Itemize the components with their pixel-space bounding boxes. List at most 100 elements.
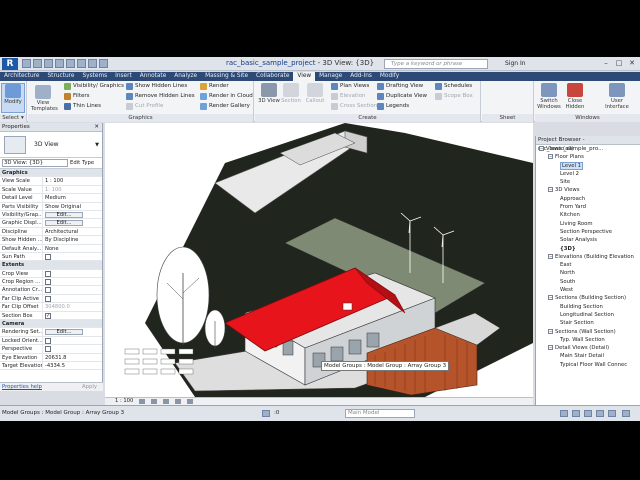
property-value[interactable] bbox=[43, 295, 102, 302]
browser-group[interactable]: − Detail Views (Detail) bbox=[536, 344, 640, 352]
browser-group[interactable]: − Sections (Building Section) bbox=[536, 294, 640, 302]
properties-help-link[interactable]: Properties help bbox=[2, 384, 42, 390]
browser-view-item[interactable]: Stair Section bbox=[536, 319, 640, 327]
view-scale[interactable]: 1 : 100 bbox=[115, 398, 133, 405]
property-checkbox[interactable] bbox=[45, 312, 51, 319]
property-value[interactable] bbox=[43, 253, 102, 260]
tab-analyze[interactable]: Analyze bbox=[170, 72, 201, 81]
select-by-face-icon[interactable] bbox=[596, 410, 604, 417]
property-value[interactable]: Architectural bbox=[43, 228, 102, 235]
maximize-icon[interactable]: □ bbox=[613, 58, 625, 69]
switch-windows-button[interactable]: Switch Windows bbox=[537, 83, 561, 110]
property-value[interactable]: 1: 100 bbox=[43, 186, 102, 193]
redo-icon[interactable] bbox=[55, 59, 64, 68]
text-icon[interactable] bbox=[88, 59, 97, 68]
remove-hidden-lines-button[interactable]: Remove Hidden Lines bbox=[126, 92, 195, 101]
scope-box-button[interactable]: Scope Box bbox=[435, 92, 473, 101]
visual-style-icon[interactable] bbox=[151, 399, 158, 404]
collapse-toggle-icon[interactable]: − bbox=[548, 154, 553, 160]
app-logo[interactable]: R bbox=[2, 58, 18, 70]
select-pinned-icon[interactable] bbox=[584, 410, 592, 417]
property-value[interactable]: 304800.0 bbox=[43, 303, 102, 310]
collapse-toggle-icon[interactable]: − bbox=[548, 295, 553, 301]
property-value[interactable] bbox=[43, 312, 102, 319]
collapse-toggle-icon[interactable]: − bbox=[548, 253, 553, 259]
collapse-toggle-icon[interactable]: − bbox=[548, 328, 553, 334]
property-value[interactable] bbox=[43, 345, 102, 353]
select-panel-label[interactable]: Select ▾ bbox=[0, 114, 26, 122]
close-icon[interactable]: ✕ bbox=[94, 123, 99, 132]
tab-insert[interactable]: Insert bbox=[111, 72, 136, 81]
tab-collaborate[interactable]: Collaborate bbox=[252, 72, 293, 81]
browser-group[interactable]: − Floor Plans bbox=[536, 153, 640, 161]
property-value[interactable]: Edit... bbox=[43, 328, 102, 336]
type-selector[interactable]: 3D View ▼ bbox=[0, 132, 102, 158]
property-checkbox[interactable] bbox=[45, 287, 51, 294]
browser-view-item[interactable]: Kitchen bbox=[536, 211, 640, 219]
tab-annotate[interactable]: Annotate bbox=[136, 72, 171, 81]
browser-group[interactable]: −3D Views bbox=[536, 186, 640, 194]
property-checkbox[interactable] bbox=[45, 295, 51, 302]
drafting-view-button[interactable]: Drafting View bbox=[377, 82, 423, 91]
user-interface-button[interactable]: User Interface bbox=[605, 83, 629, 110]
visibility-graphics-button[interactable]: Visibility/ Graphics bbox=[64, 82, 124, 91]
browser-group[interactable]: − Elevations (Building Elevation bbox=[536, 253, 640, 261]
property-value[interactable]: Edit... bbox=[43, 219, 102, 227]
tab-view[interactable]: View bbox=[293, 72, 316, 81]
3d-view-canvas[interactable]: Model Groups : Model Group : Array Group… bbox=[105, 123, 533, 397]
print-icon[interactable] bbox=[66, 59, 75, 68]
tab-systems[interactable]: Systems bbox=[78, 72, 111, 81]
browser-view-item[interactable]: Site bbox=[536, 178, 640, 186]
save-icon[interactable] bbox=[33, 59, 42, 68]
browser-view-item[interactable]: South bbox=[536, 278, 640, 286]
detail-level-icon[interactable] bbox=[139, 399, 146, 404]
search-input[interactable]: Type a keyword or phrase bbox=[384, 59, 488, 69]
browser-group[interactable]: − Sections (Wall Section) bbox=[536, 328, 640, 336]
cut-profile-button[interactable]: Cut Profile bbox=[126, 102, 163, 111]
edit-button[interactable]: Edit... bbox=[45, 329, 83, 336]
select-links-icon[interactable] bbox=[560, 410, 568, 417]
property-value[interactable]: None bbox=[43, 245, 102, 252]
elevation-button[interactable]: Elevation bbox=[331, 92, 366, 101]
instance-select[interactable]: 3D View: {3D} bbox=[2, 159, 68, 167]
crop-view-icon[interactable] bbox=[187, 399, 194, 404]
tab-add-ins[interactable]: Add-Ins bbox=[346, 72, 376, 81]
property-value[interactable] bbox=[43, 337, 102, 344]
drag-elements-icon[interactable] bbox=[608, 410, 616, 417]
tab-architecture[interactable]: Architecture bbox=[0, 72, 44, 81]
property-checkbox[interactable] bbox=[45, 337, 51, 344]
minimize-icon[interactable]: – bbox=[600, 58, 612, 69]
legends-button[interactable]: Legends bbox=[377, 102, 409, 111]
browser-view-item[interactable]: Typical Floor Wall Connec bbox=[536, 361, 640, 369]
thin-lines-button[interactable]: Thin Lines bbox=[64, 102, 101, 111]
collapse-toggle-icon[interactable]: − bbox=[548, 345, 553, 351]
render-button[interactable]: Render bbox=[200, 82, 229, 91]
section-button[interactable]: Section bbox=[279, 83, 303, 104]
browser-view-item[interactable]: Section Perspective bbox=[536, 228, 640, 236]
property-checkbox[interactable] bbox=[45, 253, 51, 260]
plan-views-button[interactable]: Plan Views bbox=[331, 82, 369, 91]
duplicate-view-button[interactable]: Duplicate View bbox=[377, 92, 427, 101]
collapse-toggle-icon[interactable]: − bbox=[539, 146, 544, 151]
tab-massing-site[interactable]: Massing & Site bbox=[201, 72, 252, 81]
property-value[interactable]: 1 : 100 bbox=[43, 177, 102, 184]
browser-view-item[interactable]: Level 1 bbox=[536, 161, 640, 170]
3d-view-button[interactable]: 3D View bbox=[257, 83, 281, 104]
filters-button[interactable]: Filters bbox=[64, 92, 90, 101]
render-in-cloud-button[interactable]: Render in Cloud bbox=[200, 92, 253, 101]
3d-view-icon[interactable] bbox=[99, 59, 108, 68]
filter-icon[interactable] bbox=[622, 410, 630, 417]
apply-button[interactable]: Apply bbox=[82, 383, 97, 391]
browser-view-item[interactable]: Longitudinal Section bbox=[536, 311, 640, 319]
browser-view-item[interactable]: Solar Analysis bbox=[536, 236, 640, 244]
edit-button[interactable]: Edit... bbox=[45, 211, 83, 218]
shadows-icon[interactable] bbox=[175, 399, 182, 404]
browser-view-item[interactable]: Level 2 bbox=[536, 170, 640, 178]
property-section-header[interactable]: Extents bbox=[0, 261, 102, 270]
property-value[interactable]: -4334.5 bbox=[43, 362, 102, 369]
cross-section-button[interactable]: Cross Section bbox=[331, 102, 377, 111]
edit-type-button[interactable]: Edit Type bbox=[70, 160, 94, 166]
callout-button[interactable]: Callout bbox=[303, 83, 327, 104]
show-hidden-lines-button[interactable]: Show Hidden Lines bbox=[126, 82, 187, 91]
property-value[interactable]: Show Original bbox=[43, 203, 102, 210]
